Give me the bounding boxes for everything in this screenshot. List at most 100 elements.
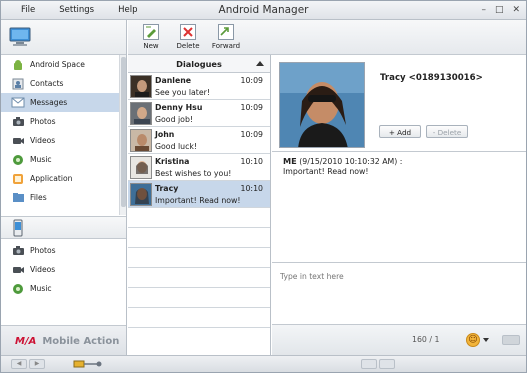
- conversation-detail: Tracy <0189130016> + Add - Delete ME (9/…: [272, 55, 526, 355]
- sidebar-item-videos[interactable]: Videos: [1, 131, 119, 150]
- envelope-icon: [11, 96, 25, 109]
- menu-bar: File Settings Help: [21, 5, 162, 15]
- video-icon: [11, 134, 25, 147]
- phone-icon: [13, 219, 23, 237]
- send-button[interactable]: [502, 335, 520, 345]
- usb-connection-icon: [73, 360, 102, 368]
- new-button[interactable]: New: [134, 24, 168, 50]
- brand-logo: M/A Mobile Action: [15, 336, 119, 347]
- avatar: [130, 75, 152, 98]
- message-preview: Good job!: [155, 115, 194, 124]
- music-icon: [11, 153, 25, 166]
- menu-help[interactable]: Help: [118, 5, 137, 15]
- message-preview: Important! Read now!: [155, 196, 241, 205]
- message-time: 10:10: [240, 157, 263, 166]
- contact-name: Tracy: [155, 184, 179, 193]
- sidebar-scrollbar[interactable]: [119, 55, 126, 215]
- window-controls: – □ ✕: [481, 5, 520, 15]
- maximize-button[interactable]: □: [495, 5, 504, 15]
- emoticon-icon[interactable]: ☺: [466, 333, 480, 347]
- empty-row: [128, 208, 270, 228]
- chevron-down-icon[interactable]: [483, 338, 489, 342]
- sidebar-item-files[interactable]: Files: [1, 188, 119, 207]
- dialogues-header[interactable]: Dialogues: [128, 55, 270, 73]
- sort-arrow-icon[interactable]: [256, 61, 264, 66]
- android-icon: [11, 58, 25, 71]
- sidebar-item-phone-videos[interactable]: Videos: [1, 260, 126, 279]
- menu-file[interactable]: File: [21, 5, 35, 15]
- avatar: [130, 129, 152, 152]
- camera-icon: [11, 115, 25, 128]
- app-window: Android Manager File Settings Help – □ ✕…: [0, 0, 527, 373]
- brand-mark: M/A: [15, 336, 37, 347]
- divider: [272, 151, 526, 152]
- message-time: 10:09: [240, 130, 263, 139]
- message-time: 10:09: [240, 76, 263, 85]
- sidebar-item-label: Videos: [30, 265, 56, 274]
- brand-footer: M/A Mobile Action: [1, 325, 126, 355]
- delete-button[interactable]: Delete: [171, 24, 205, 50]
- computer-nav: Android Space Contacts Messages Photos V…: [1, 55, 119, 215]
- empty-row: [128, 308, 270, 328]
- sidebar-item-label: Photos: [30, 117, 56, 126]
- title-bar: Android Manager File Settings Help – □ ✕: [1, 1, 526, 20]
- forward-label: Forward: [211, 42, 241, 50]
- menu-settings[interactable]: Settings: [59, 5, 94, 15]
- add-button[interactable]: + Add: [379, 125, 421, 138]
- empty-row: [128, 288, 270, 308]
- dialogue-row[interactable]: Danlene 10:09 See you later!: [128, 73, 270, 100]
- contact-name: Kristina: [155, 157, 190, 166]
- sidebar-item-photos[interactable]: Photos: [1, 112, 119, 131]
- message-input[interactable]: [280, 269, 518, 283]
- forward-nav-button[interactable]: ▶: [29, 359, 45, 369]
- contact-name: Denny Hsu: [155, 103, 203, 112]
- computer-section-header[interactable]: [1, 20, 126, 55]
- sidebar-item-music[interactable]: Music: [1, 150, 119, 169]
- status-bar: ◀ ▶: [1, 355, 526, 372]
- contact-name: Danlene: [155, 76, 192, 85]
- sidebar-item-application[interactable]: Application: [1, 169, 119, 188]
- sidebar-item-label: Messages: [30, 98, 68, 107]
- delete-label: Delete: [176, 42, 200, 50]
- sidebar-item-label: Files: [30, 193, 47, 202]
- dialogue-row[interactable]: Kristina 10:10 Best wishes to you!: [128, 154, 270, 181]
- status-button-right[interactable]: [379, 359, 395, 369]
- message-time: 10:10: [240, 184, 263, 193]
- delete-contact-button[interactable]: - Delete: [426, 125, 468, 138]
- status-button-left[interactable]: [361, 359, 377, 369]
- contact-name: John: [155, 130, 175, 139]
- close-button[interactable]: ✕: [512, 5, 520, 15]
- sidebar-item-phone-photos[interactable]: Photos: [1, 241, 126, 260]
- dialogues-title: Dialogues: [176, 59, 222, 69]
- camera-icon: [11, 244, 25, 257]
- phone-section-header[interactable]: [1, 216, 126, 239]
- sidebar-item-label: Photos: [30, 246, 56, 255]
- sidebar-item-label: Videos: [30, 136, 56, 145]
- brand-name: Mobile Action: [42, 336, 120, 347]
- music-icon: [11, 282, 25, 295]
- scrollbar-thumb[interactable]: [121, 57, 126, 207]
- sidebar-item-android-space[interactable]: Android Space: [1, 55, 119, 74]
- avatar: [130, 156, 152, 179]
- dialogue-row-selected[interactable]: Tracy 10:10 Important! Read now!: [128, 181, 270, 208]
- empty-row: [128, 248, 270, 268]
- back-button[interactable]: ◀: [11, 359, 27, 369]
- sidebar-item-contacts[interactable]: Contacts: [1, 74, 119, 93]
- new-label: New: [143, 42, 159, 50]
- avatar: [130, 102, 152, 125]
- dialogue-row[interactable]: John 10:09 Good luck!: [128, 127, 270, 154]
- compose-area[interactable]: [272, 263, 526, 324]
- minimize-button[interactable]: –: [481, 5, 486, 15]
- message-preview: See you later!: [155, 88, 210, 97]
- sidebar-item-messages[interactable]: Messages: [1, 93, 119, 112]
- compose-footer: 160 / 1 ☺: [272, 324, 526, 355]
- avatar: [130, 183, 152, 206]
- contacts-icon: [11, 77, 25, 90]
- sidebar-item-phone-music[interactable]: Music: [1, 279, 126, 298]
- forward-button[interactable]: Forward: [209, 24, 243, 50]
- video-icon: [11, 263, 25, 276]
- dialogue-row[interactable]: Denny Hsu 10:09 Good job!: [128, 100, 270, 127]
- empty-row: [128, 268, 270, 288]
- computer-icon: [9, 27, 31, 46]
- sidebar-item-label: Music: [30, 155, 52, 164]
